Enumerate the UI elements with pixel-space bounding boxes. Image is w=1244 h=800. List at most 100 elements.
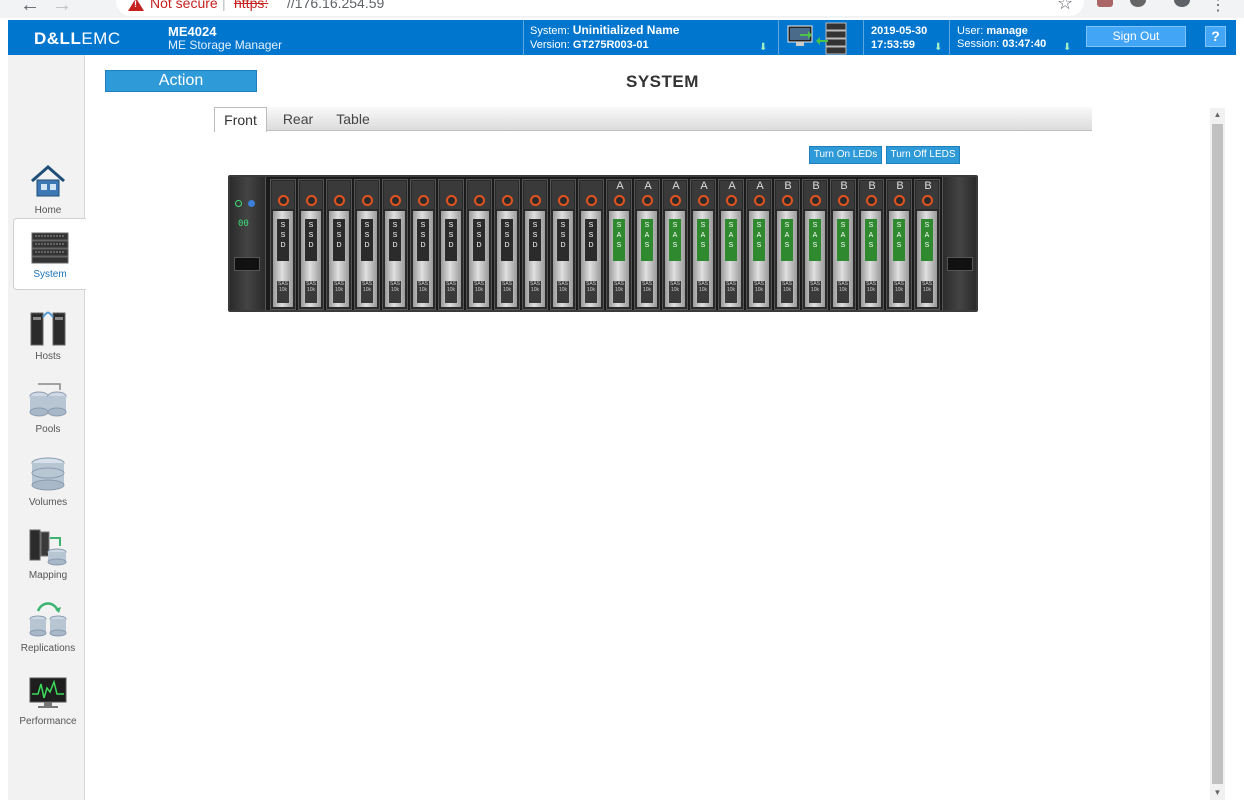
bookmark-star-icon[interactable]: ☆: [1057, 0, 1073, 14]
vertical-scrollbar[interactable]: ▲ ▼: [1210, 108, 1225, 800]
tab-table[interactable]: Table: [328, 107, 378, 131]
drive-bay[interactable]: S S D SAS 10k: [466, 179, 492, 310]
sidebar-item-system[interactable]: System: [13, 218, 86, 290]
drive-bay[interactable]: B S A S SAS 10k: [886, 179, 912, 310]
drive-bay[interactable]: B S A S SAS 10k: [914, 179, 940, 310]
volumes-icon: [31, 457, 65, 491]
drive-bays: S S D SAS 10k S S D SAS 10k S S D SAS 10k S S …: [270, 179, 942, 310]
sidebar-item-hosts[interactable]: Hosts: [12, 301, 84, 373]
drive-bay[interactable]: A S A S SAS 10k: [662, 179, 688, 310]
drive-bay[interactable]: B S A S SAS 10k: [858, 179, 884, 310]
drive-type-label: S A S: [809, 219, 821, 261]
drive-type-label: S A S: [781, 219, 793, 261]
product-info: ME4024 ME Storage Manager: [168, 25, 282, 52]
drive-bay[interactable]: B S A S SAS 10k: [802, 179, 828, 310]
user-dropdown-icon[interactable]: ⬇: [1063, 43, 1073, 53]
drive-bay[interactable]: S S D SAS 10k: [550, 179, 576, 310]
drive-bay[interactable]: A S A S SAS 10k: [690, 179, 716, 310]
drive-bay-header: [384, 181, 406, 209]
main-content: Action SYSTEM Front Rear Table Turn On L…: [86, 55, 1236, 800]
drive-activity-led-icon: [838, 195, 849, 206]
sign-out-button[interactable]: Sign Out: [1086, 26, 1186, 47]
help-button[interactable]: ?: [1205, 26, 1226, 47]
enclosure-left-ear: 00: [230, 177, 266, 310]
disk-group-label: A: [644, 180, 652, 192]
drive-type-label: S S D: [389, 219, 401, 261]
drive-bay[interactable]: A S A S SAS 10k: [634, 179, 660, 310]
drive-grip: SAS 10k: [417, 281, 429, 303]
tab-rear[interactable]: Rear: [274, 107, 322, 131]
drive-bay[interactable]: S S D SAS 10k: [578, 179, 604, 310]
drive-activity-led-icon: [894, 195, 905, 206]
system-info[interactable]: System: Uninitialized Name Version: GT27…: [530, 23, 679, 52]
drive-bay[interactable]: S S D SAS 10k: [354, 179, 380, 310]
drive-carrier: S A S SAS 10k: [861, 211, 881, 307]
drive-bay[interactable]: A S A S SAS 10k: [718, 179, 744, 310]
drive-type-label: S S D: [333, 219, 345, 261]
product-name: ME Storage Manager: [168, 38, 283, 52]
scroll-up-icon[interactable]: ▲: [1210, 108, 1225, 122]
drive-bay[interactable]: B S A S SAS 10k: [830, 179, 856, 310]
sidebar-item-performance[interactable]: Performance: [12, 666, 84, 738]
drive-bay[interactable]: S S D SAS 10k: [382, 179, 408, 310]
address-bar[interactable]: Not secure | https: //176.16.254.59: [116, 0, 1084, 16]
connection-status-icon[interactable]: [786, 21, 848, 55]
drive-bay[interactable]: A S A S SAS 10k: [746, 179, 772, 310]
disk-group-label: A: [756, 180, 764, 192]
drive-bay[interactable]: S S D SAS 10k: [438, 179, 464, 310]
drive-type-label: S A S: [641, 219, 653, 261]
header-divider: [949, 20, 950, 55]
enclosure-front-view[interactable]: 00 S S D SAS 10k S S D SAS 10k S S D SAS 10k S…: [228, 175, 978, 312]
drive-grip: SAS 10k: [641, 281, 653, 303]
drive-grip: SAS 10k: [837, 281, 849, 303]
drive-carrier: S S D SAS 10k: [553, 211, 573, 307]
drive-carrier: S A S SAS 10k: [637, 211, 657, 307]
drive-bay[interactable]: S S D SAS 10k: [270, 179, 296, 310]
drive-bay-header: A: [608, 180, 630, 209]
drive-activity-led-icon: [474, 195, 485, 206]
drive-activity-led-icon: [306, 195, 317, 206]
drive-grip: SAS 10k: [305, 281, 317, 303]
date-time[interactable]: 2019-05-30 17:53:59: [871, 24, 927, 52]
drive-type-label: S A S: [669, 219, 681, 261]
datetime-dropdown-icon[interactable]: ⬇: [934, 43, 944, 53]
drive-carrier: S A S SAS 10k: [609, 211, 629, 307]
drive-bay[interactable]: S S D SAS 10k: [410, 179, 436, 310]
back-icon[interactable]: ←: [20, 0, 40, 17]
sidebar-item-home[interactable]: Home: [12, 155, 84, 227]
drive-bay[interactable]: S S D SAS 10k: [298, 179, 324, 310]
turn-on-leds-button[interactable]: Turn On LEDs: [809, 146, 882, 164]
menu-icon[interactable]: ⋮: [1210, 0, 1226, 15]
drive-grip: SAS 10k: [893, 281, 905, 303]
drive-type-label: S S D: [417, 219, 429, 261]
sidebar-item-volumes[interactable]: Volumes: [12, 447, 84, 519]
drive-bay[interactable]: S S D SAS 10k: [494, 179, 520, 310]
sidebar-item-replications[interactable]: Replications: [12, 593, 84, 665]
mapping-icon: [29, 529, 67, 566]
drive-bay-header: B: [804, 180, 826, 209]
system-dropdown-icon[interactable]: ⬇: [759, 43, 769, 53]
turn-off-leds-button[interactable]: Turn Off LEDS: [886, 146, 960, 164]
scroll-thumb[interactable]: [1212, 124, 1223, 784]
drive-grip: SAS 10k: [529, 281, 541, 303]
sidebar-item-pools[interactable]: Pools: [12, 374, 84, 446]
drive-bay-header: [272, 181, 294, 209]
drive-bay[interactable]: A S A S SAS 10k: [606, 179, 632, 310]
drive-activity-led-icon: [698, 195, 709, 206]
drive-bay-header: B: [860, 180, 882, 209]
forward-icon[interactable]: →: [52, 0, 72, 17]
user-info[interactable]: User: manage Session: 03:47:40: [957, 25, 1046, 51]
drive-bay[interactable]: S S D SAS 10k: [522, 179, 548, 310]
security-indicator[interactable]: Not secure: [150, 0, 218, 11]
profile-icon[interactable]: [1174, 0, 1190, 7]
tab-front[interactable]: Front: [214, 107, 267, 132]
drive-bay[interactable]: S S D SAS 10k: [326, 179, 352, 310]
drive-bay[interactable]: B S A S SAS 10k: [774, 179, 800, 310]
action-button[interactable]: Action: [105, 70, 257, 92]
extension-icon[interactable]: [1130, 0, 1146, 7]
sidebar-item-mapping[interactable]: Mapping: [12, 520, 84, 592]
scroll-down-icon[interactable]: ▼: [1210, 786, 1225, 800]
extension-icon[interactable]: [1097, 0, 1113, 7]
drive-type-label: S A S: [753, 219, 765, 261]
drive-carrier: S A S SAS 10k: [833, 211, 853, 307]
